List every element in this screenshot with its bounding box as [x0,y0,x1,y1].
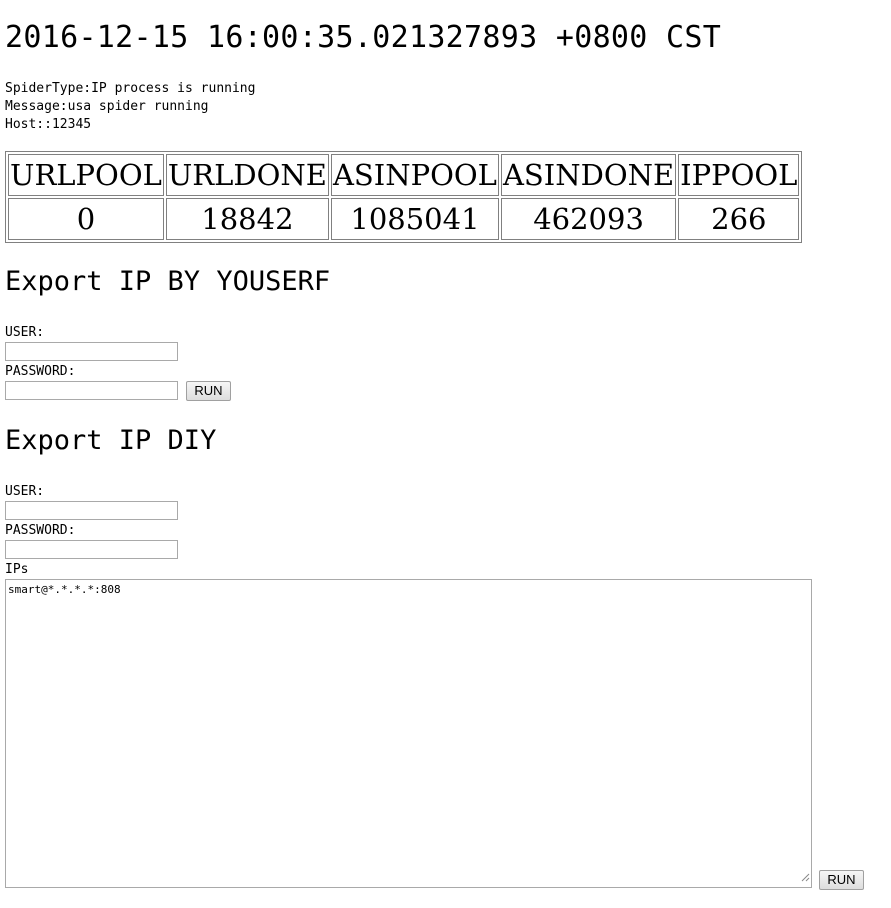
stats-header-asinpool: ASINPOOL [330,154,499,196]
export-yourself-password-input[interactable] [5,381,178,400]
export-diy-user-input[interactable] [5,501,178,520]
export-yourself-title: Export IP BY YOUSERF [5,266,331,297]
stats-value-asindone: 462093 [500,198,677,240]
host-text: Host::12345 [5,117,92,132]
export-diy-ips-label: IPs [5,562,29,577]
export-diy-password-label: PASSWORD: [5,523,76,538]
resize-grip-icon[interactable] [800,872,810,882]
export-diy-title: Export IP DIY [5,425,217,456]
spider-type-text: SpiderType:IP process is running [5,81,256,96]
stats-header-row: URLPOOL URLDONE ASINPOOL ASINDONE IPPOOL [8,154,800,196]
stats-value-urlpool: 0 [8,198,164,240]
stats-header-urlpool: URLPOOL [8,154,164,196]
spider-info: SpiderType:IP process is running Message… [5,80,255,134]
export-yourself-run-button[interactable]: RUN [186,381,231,401]
stats-table: URLPOOL URLDONE ASINPOOL ASINDONE IPPOOL… [5,151,803,243]
stats-header-ippool: IPPOOL [678,154,800,196]
stats-value-urldone: 18842 [165,198,329,240]
stats-value-asinpool: 1085041 [330,198,499,240]
export-yourself-user-label: USER: [5,325,45,340]
stats-header-urldone: URLDONE [165,154,329,196]
export-diy-ips-textarea[interactable]: smart@*.*.*.*:808 [5,579,812,888]
export-yourself-user-input[interactable] [5,342,178,361]
export-diy-password-input[interactable] [5,540,178,559]
export-yourself-password-label: PASSWORD: [5,364,76,379]
stats-value-ippool: 266 [678,198,800,240]
stats-value-row: 0 18842 1085041 462093 266 [8,198,800,240]
stats-header-asindone: ASINDONE [500,154,677,196]
message-text: Message:usa spider running [5,99,209,114]
export-diy-run-button[interactable]: RUN [819,870,864,890]
export-diy-user-label: USER: [5,484,45,499]
page-timestamp: 2016-12-15 16:00:35.021327893 +0800 CST [5,20,722,55]
